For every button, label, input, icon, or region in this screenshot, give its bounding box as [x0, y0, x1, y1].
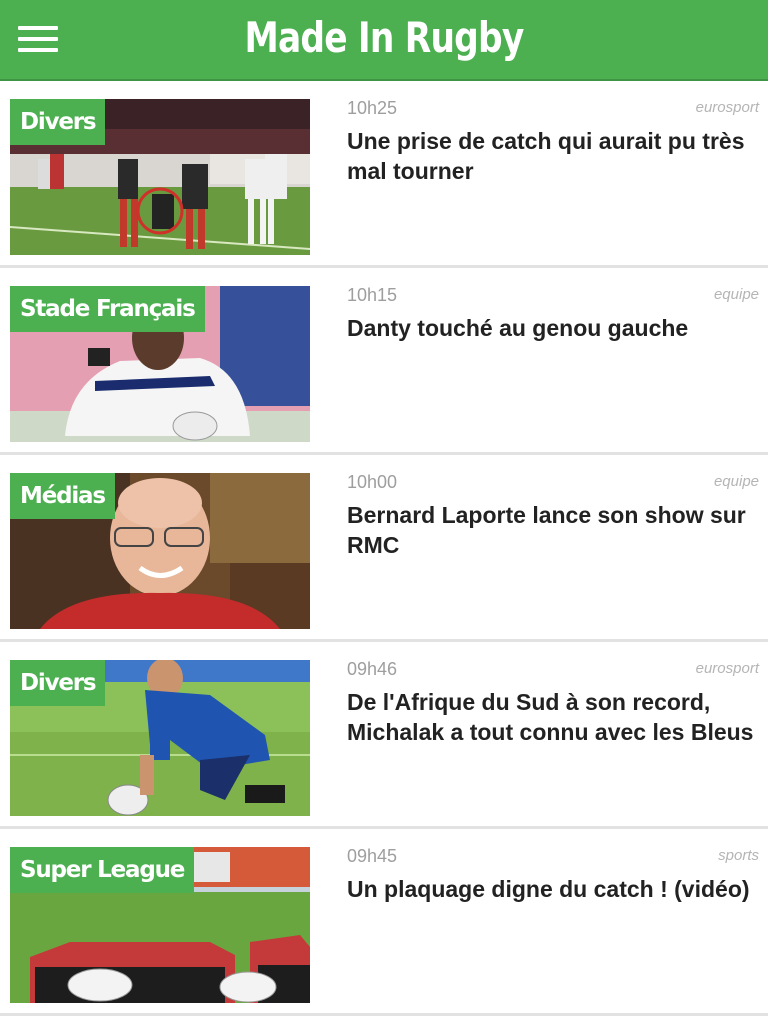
article-time: 10h25 — [347, 98, 398, 118]
article-source: equipe — [713, 473, 759, 490]
article-title[interactable]: Bernard Laporte lance son show sur RMC — [347, 500, 762, 560]
article-meta: 09h46 eurosport — [347, 659, 759, 681]
article-title[interactable]: Une prise de catch qui aurait pu très ma… — [347, 126, 762, 186]
article-title[interactable]: De l'Afrique du Sud à son record, Michal… — [347, 687, 762, 747]
article-thumbnail: Stade Français — [10, 286, 310, 442]
article-source: sports — [718, 847, 759, 864]
article-feed: Divers 10h25 eurosport Une prise de catc… — [0, 81, 768, 1016]
article-source: eurosport — [695, 99, 759, 116]
app-title: Made In Rugby — [244, 13, 525, 62]
article-card[interactable]: Divers 09h46 eurosport De l'Afrique du S… — [0, 642, 768, 829]
article-card[interactable]: Stade Français 10h15 equipe Danty touché… — [0, 268, 768, 455]
app-header: Made In Rugby — [0, 0, 768, 81]
article-card[interactable]: Super League 09h45 sports Un plaquage di… — [0, 829, 768, 1016]
article-thumbnail: Divers — [10, 660, 310, 816]
article-thumbnail: Médias — [10, 473, 310, 629]
article-meta: 09h45 sports — [347, 846, 759, 868]
article-source: equipe — [713, 286, 759, 303]
category-badge: Divers — [10, 99, 106, 145]
article-source: eurosport — [695, 660, 759, 677]
category-badge: Stade Français — [10, 286, 205, 332]
article-card[interactable]: Médias 10h00 equipe Bernard Laporte lanc… — [0, 455, 768, 642]
category-badge: Divers — [10, 660, 106, 706]
article-time: 09h46 — [347, 659, 398, 679]
article-time: 10h15 — [347, 285, 398, 305]
article-title[interactable]: Danty touché au genou gauche — [347, 313, 762, 343]
category-badge: Médias — [10, 473, 115, 519]
category-badge: Super League — [10, 847, 195, 893]
article-time: 10h00 — [347, 472, 398, 492]
article-thumbnail: Divers — [10, 99, 310, 255]
article-meta: 10h25 eurosport — [347, 98, 759, 120]
article-card[interactable]: Divers 10h25 eurosport Une prise de catc… — [0, 81, 768, 268]
article-thumbnail: Super League — [10, 847, 310, 1003]
hamburger-menu-icon[interactable] — [18, 24, 58, 56]
article-meta: 10h00 equipe — [347, 472, 759, 494]
article-title[interactable]: Un plaquage digne du catch ! (vidéo) — [347, 874, 762, 904]
article-meta: 10h15 equipe — [347, 285, 759, 307]
article-time: 09h45 — [347, 846, 398, 866]
